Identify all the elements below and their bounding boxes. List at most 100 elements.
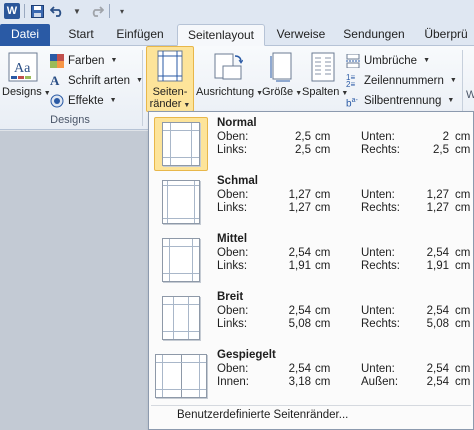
label-links: Links: (217, 260, 248, 272)
value-links: 2,5 (295, 144, 311, 156)
tab-einfuegen[interactable]: Einfügen (108, 24, 172, 46)
label-rechts: Rechts: (361, 202, 400, 214)
redo-icon[interactable] (89, 3, 105, 19)
margin-preview (154, 175, 208, 229)
unit: cm (455, 363, 471, 375)
unit: cm (455, 305, 471, 317)
tab-sendungen[interactable]: Sendungen (334, 24, 414, 46)
label-aussen: Außen: (361, 376, 399, 388)
margin-option-schmal[interactable]: Schmal Oben: 1,27 cm Unten: 1,27 cm Link… (151, 173, 471, 231)
word-logo-icon: W (4, 3, 20, 19)
farben-button[interactable]: Farben ▼ (50, 52, 117, 69)
chevron-down-icon: ▼ (183, 102, 191, 109)
value-rechts: 1,91 (426, 260, 449, 272)
tab-start[interactable]: Start (58, 24, 104, 46)
value-links: 5,08 (288, 318, 311, 330)
unit: cm (315, 247, 331, 259)
undo-icon[interactable] (49, 3, 65, 19)
tab-verweise[interactable]: Verweise (270, 24, 332, 46)
ausrichtung-button[interactable]: Ausrichtung ▼ (196, 52, 263, 100)
margin-option-normal[interactable]: Normal Oben: 2,5 cm Unten: 2 cm Links: 2… (151, 115, 470, 173)
value-unten: 2 (442, 131, 449, 143)
tab-ueberpruefen[interactable]: Überprü (418, 24, 474, 46)
save-icon[interactable] (29, 3, 45, 19)
label-oben: Oben: (217, 305, 249, 317)
silbentrennung-label: Silbentrennung (364, 94, 442, 107)
schriftarten-button[interactable]: A Schrift arten ▼ (50, 72, 143, 89)
label-oben: Oben: (217, 131, 249, 143)
label-unten: Unten: (361, 247, 395, 259)
label-links: Links: (217, 144, 248, 156)
label-innen: Innen: (217, 376, 249, 388)
label-oben: Oben: (217, 247, 249, 259)
ribbon-tabs: Datei Start Einfügen Seitenlayout Verwei… (0, 22, 474, 46)
size-icon (270, 52, 294, 82)
silbentrennung-button[interactable]: ba- Silbentrennung ▼ (346, 92, 454, 109)
seitenraender-label-2: ränder (149, 98, 182, 110)
colors-icon (50, 53, 64, 68)
hyphenation-icon: ba- (346, 96, 358, 109)
margin-option-name: Breit (217, 291, 244, 303)
designs-icon: Aa (8, 52, 38, 82)
margin-option-name: Gespiegelt (217, 349, 276, 361)
value-oben: 2,54 (288, 363, 311, 375)
label-unten: Unten: (361, 131, 395, 143)
value-oben: 1,27 (288, 189, 311, 201)
page-preview-icon (162, 122, 200, 166)
margin-preview (154, 349, 208, 403)
zeilennummern-button[interactable]: 1≡ 2≡ Zeilennummern ▼ (346, 72, 457, 89)
menu-divider (151, 405, 471, 406)
spalten-button[interactable]: Spalten ▼ (302, 52, 348, 100)
groesse-button[interactable]: Größe ▼ (262, 52, 302, 100)
seitenraender-button[interactable]: Seiten- ränder ▼ (146, 46, 194, 112)
effekte-button[interactable]: Effekte ▼ (50, 92, 117, 109)
unit: cm (315, 305, 331, 317)
custom-margins-menu-item[interactable]: Benutzerdefinierte Seitenränder... (177, 409, 348, 421)
tab-seitenlayout[interactable]: Seitenlayout (177, 24, 265, 46)
unit: cm (455, 260, 471, 272)
margin-option-name: Normal (217, 117, 257, 129)
value-oben: 2,5 (295, 131, 311, 143)
margins-dropdown: Normal Oben: 2,5 cm Unten: 2 cm Links: 2… (148, 111, 474, 430)
group-divider (142, 50, 143, 126)
undo-dropdown-icon[interactable]: ▼ (69, 3, 85, 19)
label-rechts: Rechts: (361, 144, 400, 156)
value-unten: 2,54 (426, 247, 449, 259)
label-unten: Unten: (361, 189, 395, 201)
margins-icon (157, 50, 183, 82)
unit: cm (315, 260, 331, 272)
divider (24, 4, 25, 18)
tab-datei[interactable]: Datei (0, 24, 50, 46)
unit: cm (315, 131, 331, 143)
margin-option-breit[interactable]: Breit Oben: 2,54 cm Unten: 2,54 cm Links… (151, 289, 471, 347)
label-oben: Oben: (217, 363, 249, 375)
unit: cm (315, 189, 331, 201)
group-label-designs: Designs (50, 114, 90, 126)
margin-option-mittel[interactable]: Mittel Oben: 2,54 cm Unten: 2,54 cm Link… (151, 231, 471, 289)
designs-label: Designs (2, 86, 42, 98)
label-rechts: Rechts: (361, 260, 400, 272)
margin-preview (154, 233, 208, 287)
label-oben: Oben: (217, 189, 249, 201)
chevron-down-icon: ▼ (110, 57, 118, 64)
margin-option-name: Mittel (217, 233, 248, 245)
margin-preview (154, 291, 208, 345)
customize-qat-icon[interactable]: ▾ (114, 3, 130, 19)
unit: cm (455, 189, 471, 201)
label-links: Links: (217, 202, 248, 214)
unit: cm (315, 376, 331, 388)
value-links: 1,91 (288, 260, 311, 272)
chevron-down-icon: ▼ (449, 77, 457, 84)
value-innen: 3,18 (288, 376, 311, 388)
umbrueche-button[interactable]: Umbrüche ▼ (346, 52, 430, 69)
unit: cm (315, 318, 331, 330)
quick-access-toolbar: W ▼ ▾ (0, 0, 474, 22)
margin-option-gespiegelt[interactable]: Gespiegelt Oben: 2,54 cm Unten: 2,54 cm … (151, 347, 471, 405)
page-preview-icon (162, 180, 200, 224)
designs-button[interactable]: Aa Designs ▼ (2, 52, 51, 100)
unit: cm (455, 376, 471, 388)
value-oben: 2,54 (288, 247, 311, 259)
svg-text:Aa: Aa (14, 61, 31, 76)
zeilennummern-label: Zeilennummern (364, 74, 444, 87)
effekte-label: Effekte (68, 94, 104, 107)
